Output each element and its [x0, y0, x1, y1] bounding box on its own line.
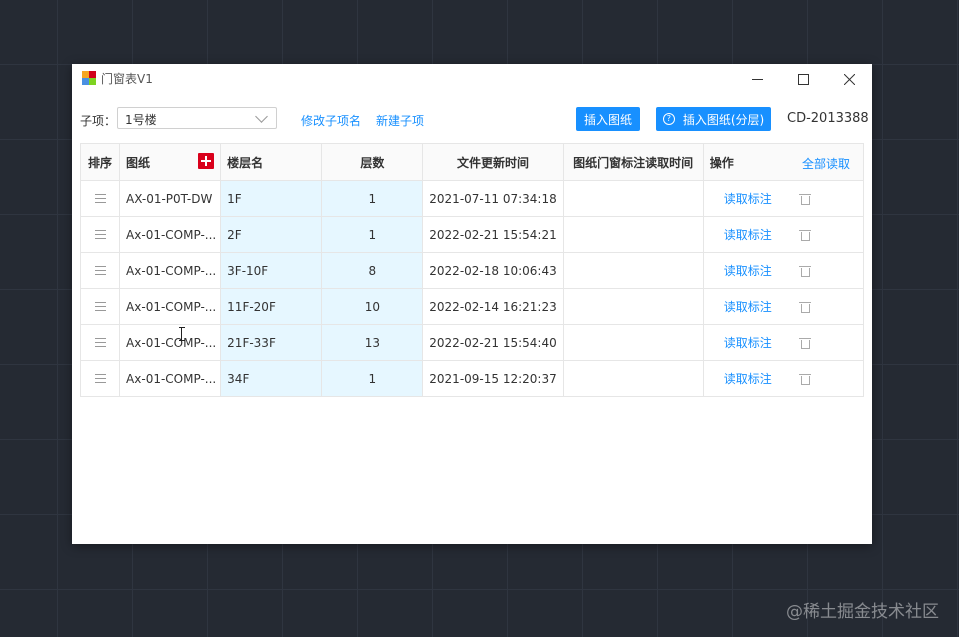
read-time-cell	[562, 180, 704, 217]
table-header-row: 排序 图纸 楼层名 层数 文件更新时间 图纸门窗标注读取时间 操作 全部读取	[79, 143, 865, 181]
drag-handle-icon[interactable]	[79, 288, 121, 325]
drawing-cell: Ax-01-COMP-...	[119, 252, 222, 289]
actions-cell: 读取标注	[702, 360, 865, 397]
drag-handle-icon[interactable]	[79, 216, 121, 253]
floor-count-cell[interactable]: 1	[321, 180, 424, 217]
file-time-cell: 2022-02-21 15:54:40	[422, 324, 564, 361]
maximize-icon[interactable]	[780, 64, 826, 94]
floor-count-cell[interactable]: 10	[321, 288, 424, 325]
drag-handle-icon[interactable]	[79, 324, 121, 361]
drag-handle-icon[interactable]	[79, 360, 121, 397]
floor-count-cell[interactable]: 8	[321, 252, 424, 289]
read-time-cell	[562, 288, 704, 325]
add-drawing-icon[interactable]	[198, 153, 215, 169]
trash-icon[interactable]	[798, 230, 811, 241]
insert-drawing-button[interactable]: 插入图纸	[576, 107, 640, 131]
app-window: 门窗表V1 子项： 1号楼 修改子项名 新建子项 插入图纸 ? 插入图纸(分层)…	[72, 64, 872, 544]
drawing-cell: AX-01-P0T-DW	[119, 180, 222, 217]
table-row: Ax-01-COMP-... 34F 1 2021-09-15 12:20:37…	[79, 360, 865, 397]
trash-icon[interactable]	[798, 266, 811, 277]
floor-name-cell[interactable]: 11F-20F	[220, 288, 323, 325]
trash-icon[interactable]	[798, 374, 811, 385]
subitem-select-value: 1号楼	[125, 113, 157, 127]
actions-cell: 读取标注	[702, 288, 865, 325]
header-actions-label: 操作	[709, 155, 734, 170]
floor-name-cell[interactable]: 3F-10F	[220, 252, 323, 289]
question-circle-icon: ?	[662, 113, 675, 125]
watermark: @稀土掘金技术社区	[786, 602, 939, 622]
floor-name-cell[interactable]: 1F	[220, 180, 323, 217]
text-cursor-icon	[179, 327, 185, 341]
read-annotation-link[interactable]: 读取标注	[724, 192, 772, 206]
table-row: Ax-01-COMP-... 2F 1 2022-02-21 15:54:21 …	[79, 216, 865, 253]
insert-layered-drawing-button[interactable]: ? 插入图纸(分层)	[656, 107, 771, 131]
read-time-cell	[562, 324, 704, 361]
read-annotation-link[interactable]: 读取标注	[724, 228, 772, 242]
minimize-icon[interactable]	[734, 64, 780, 94]
file-time-cell: 2021-07-11 07:34:18	[422, 180, 564, 217]
subitem-select[interactable]: 1号楼	[117, 107, 277, 129]
table-row: Ax-01-COMP-... 3F-10F 8 2022-02-18 10:06…	[79, 252, 865, 289]
trash-icon[interactable]	[798, 302, 811, 313]
table-row: Ax-01-COMP-... 21F-33F 13 2022-02-21 15:…	[79, 324, 865, 361]
actions-cell: 读取标注	[702, 180, 865, 217]
header-floor-name: 楼层名	[220, 143, 323, 181]
floor-name-cell[interactable]: 34F	[220, 360, 323, 397]
read-time-cell	[562, 360, 704, 397]
drawings-table: 排序 图纸 楼层名 层数 文件更新时间 图纸门窗标注读取时间 操作 全部读取 A…	[79, 143, 865, 397]
file-time-cell: 2021-09-15 12:20:37	[422, 360, 564, 397]
header-file-time: 文件更新时间	[422, 143, 564, 181]
header-sort: 排序	[79, 143, 121, 181]
drawing-cell: Ax-01-COMP-...	[119, 324, 222, 361]
file-time-cell: 2022-02-18 10:06:43	[422, 252, 564, 289]
drag-handle-icon[interactable]	[79, 252, 121, 289]
floor-count-cell[interactable]: 13	[321, 324, 424, 361]
actions-cell: 读取标注	[702, 252, 865, 289]
read-time-cell	[562, 216, 704, 253]
floor-count-cell[interactable]: 1	[321, 360, 424, 397]
trash-icon[interactable]	[798, 338, 811, 349]
subitem-label: 子项：	[80, 114, 117, 128]
read-all-link[interactable]: 全部读取	[802, 155, 850, 172]
drawing-cell: Ax-01-COMP-...	[119, 216, 222, 253]
read-annotation-link[interactable]: 读取标注	[724, 336, 772, 350]
floor-name-cell[interactable]: 2F	[220, 216, 323, 253]
insert-drawing-label: 插入图纸	[583, 112, 632, 127]
read-annotation-link[interactable]: 读取标注	[724, 372, 772, 386]
read-time-cell	[562, 252, 704, 289]
floor-count-cell[interactable]: 1	[321, 216, 424, 253]
close-icon[interactable]	[826, 64, 872, 94]
floor-name-cell[interactable]: 21F-33F	[220, 324, 323, 361]
table-row: Ax-01-COMP-... 11F-20F 10 2022-02-14 16:…	[79, 288, 865, 325]
drawing-cell: Ax-01-COMP-...	[119, 360, 222, 397]
title-bar[interactable]: 门窗表V1	[72, 64, 872, 94]
file-time-cell: 2022-02-14 16:21:23	[422, 288, 564, 325]
header-drawing-label: 图纸	[126, 155, 151, 170]
chevron-down-icon	[255, 110, 268, 123]
window-title: 门窗表V1	[101, 72, 153, 86]
rename-subitem-link[interactable]: 修改子项名	[301, 112, 361, 129]
file-time-cell: 2022-02-21 15:54:21	[422, 216, 564, 253]
header-actions: 操作 全部读取	[702, 143, 865, 181]
new-subitem-link[interactable]: 新建子项	[376, 112, 424, 129]
read-annotation-link[interactable]: 读取标注	[724, 300, 772, 314]
trash-icon[interactable]	[798, 194, 811, 205]
header-drawing: 图纸	[119, 143, 222, 181]
drag-handle-icon[interactable]	[79, 180, 121, 217]
drawing-cell: Ax-01-COMP-...	[119, 288, 222, 325]
read-annotation-link[interactable]: 读取标注	[724, 264, 772, 278]
project-code: CD-2013388	[787, 111, 869, 126]
actions-cell: 读取标注	[702, 324, 865, 361]
header-floor-count: 层数	[321, 143, 424, 181]
table-row: AX-01-P0T-DW 1F 1 2021-07-11 07:34:18 读取…	[79, 180, 865, 217]
header-read-time: 图纸门窗标注读取时间	[562, 143, 704, 181]
insert-layered-label: 插入图纸(分层)	[682, 112, 765, 127]
app-icon	[82, 71, 96, 85]
actions-cell: 读取标注	[702, 216, 865, 253]
